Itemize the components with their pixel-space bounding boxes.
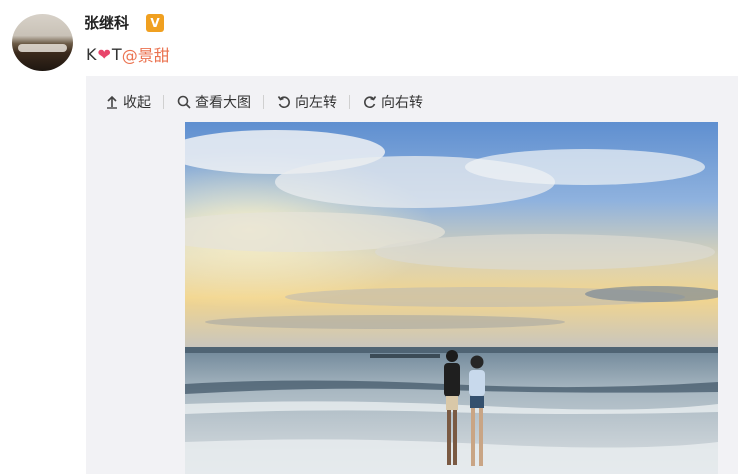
rotate-left-button[interactable]: 向左转 [276,92,337,112]
view-large-label: 查看大图 [195,95,251,111]
collapse-button[interactable]: 收起 [104,92,151,112]
heart-icon: ❤ [97,44,111,64]
toolbar-divider [163,95,164,109]
toolbar-divider [263,95,264,109]
collapse-label: 收起 [123,95,151,111]
beach-sunset-photo [185,122,718,474]
rotate-right-label: 向右转 [381,95,423,111]
rotate-left-label: 向左转 [295,95,337,111]
post-text-prefix: K [86,44,97,64]
author-name[interactable]: 张继科 [84,12,129,33]
post-text: K ❤ T @景甜 [86,42,170,66]
rotate-right-icon [362,94,378,110]
post-text-suffix: T [111,44,122,64]
view-large-button[interactable]: 查看大图 [176,92,251,112]
avatar-image-detail [18,44,67,52]
mention-link[interactable]: @景甜 [122,42,170,66]
rotate-left-icon [276,94,292,110]
toolbar-divider [349,95,350,109]
collapse-icon [104,94,120,110]
rotate-right-button[interactable]: 向右转 [362,92,423,112]
verified-badge-icon: V [146,14,164,32]
search-icon [176,94,192,110]
avatar[interactable] [12,14,73,71]
media-toolbar: 收起 查看大图 向左转 向右转 [104,92,423,112]
post-photo[interactable] [185,122,718,474]
